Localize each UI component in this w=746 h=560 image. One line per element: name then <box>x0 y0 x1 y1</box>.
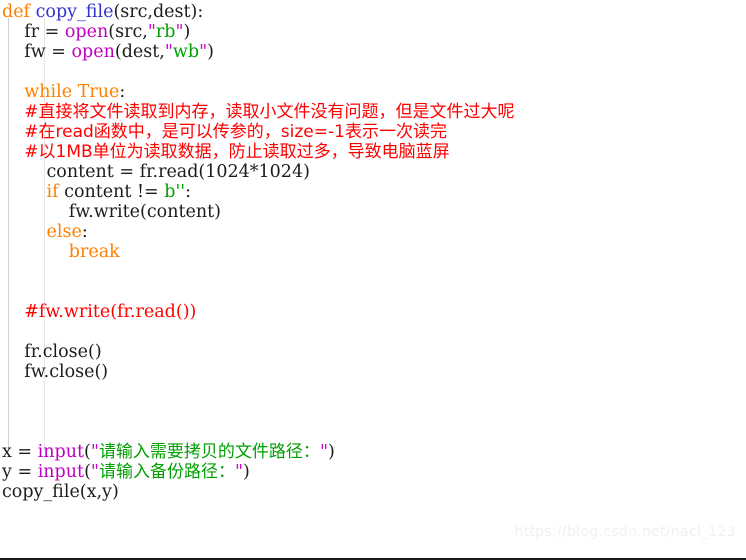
bytes-literal: b'' <box>164 182 186 202</box>
keyword-else: else <box>46 222 82 242</box>
colon: : <box>185 182 192 202</box>
code-line-11: fw.write(content) <box>0 202 746 222</box>
code-line-17-blank <box>0 322 746 342</box>
code-line-10: if content != b'': <box>0 182 746 202</box>
condition-expression: content != <box>58 182 165 202</box>
assignment-fr: fr = <box>2 22 65 42</box>
keyword-true: True <box>77 82 120 102</box>
open-paren-arg: (src, <box>108 22 148 42</box>
comment-1mb-chunk: #以1MB单位为读取数据，防止读取过多，导致电脑蓝屏 <box>24 142 450 162</box>
code-line-18: fr.close() <box>0 342 746 362</box>
quote-open: " <box>90 442 99 462</box>
open-paren: ( <box>84 462 91 482</box>
code-line-9: content = fr.read(1024*1024) <box>0 162 746 182</box>
code-line-19: fw.close() <box>0 362 746 382</box>
watermark-url: https://blog.csdn.net/nacl_123 <box>514 524 736 540</box>
code-line-12: else: <box>0 222 746 242</box>
quote-close: " <box>234 462 244 482</box>
quote-close: " <box>175 22 184 42</box>
quote-open: " <box>147 22 156 42</box>
code-line-22-blank <box>0 422 746 442</box>
assignment-fw: fw = <box>2 42 72 62</box>
statement-content-read: content = fr.read(1024*1024) <box>2 162 310 182</box>
comment-memory-read: #直接将文件读取到内存，读取小文件没有问题，但是文件过大呢 <box>24 102 515 122</box>
quote-close: " <box>199 42 208 62</box>
code-line-15-blank <box>0 282 746 302</box>
code-line-14-blank <box>0 262 746 282</box>
statement-fw-close: fw.close() <box>2 362 109 382</box>
quote-close: " <box>319 442 328 462</box>
statement-fr-close: fr.close() <box>2 342 102 362</box>
code-line-5: while True: <box>0 82 746 102</box>
keyword-break: break <box>68 242 120 262</box>
code-line-2: fr = open(src,"rb") <box>0 22 746 42</box>
builtin-open: open <box>64 22 109 42</box>
code-line-16: #fw.write(fr.read()) <box>0 302 746 322</box>
statement-fw-write: fw.write(content) <box>2 202 221 222</box>
close-paren: ) <box>328 442 335 462</box>
function-params: (src,dest): <box>113 2 204 22</box>
builtin-open: open <box>71 42 115 62</box>
statement-copy-file-call: copy_file(x,y) <box>2 482 119 502</box>
close-paren: ) <box>183 22 191 42</box>
code-line-4-blank <box>0 62 746 82</box>
code-line-1: def copy_file(src,dest): <box>0 2 746 22</box>
comment-fw-write-readall: #fw.write(fr.read()) <box>24 302 197 322</box>
quote-open: " <box>164 42 173 62</box>
assignment-y: y = <box>2 462 38 482</box>
builtin-input: input <box>37 462 85 482</box>
open-paren: ( <box>84 442 91 462</box>
code-line-3: fw = open(dest,"wb") <box>0 42 746 62</box>
quote-open: " <box>90 462 99 482</box>
keyword-def: def <box>2 2 31 22</box>
code-line-23: x = input("请输入需要拷贝的文件路径：") <box>0 442 746 462</box>
string-prompt-source-path: 请输入需要拷贝的文件路径： <box>98 442 320 462</box>
code-line-7: #在read函数中，是可以传参的，size=-1表示一次读完 <box>0 122 746 142</box>
keyword-if: if <box>46 182 59 202</box>
code-viewer: def copy_file(src,dest): fr = open(src,"… <box>0 0 746 560</box>
string-rb: rb <box>155 22 176 42</box>
code-line-6: #直接将文件读取到内存，读取小文件没有问题，但是文件过大呢 <box>0 102 746 122</box>
keyword-while: while <box>24 82 73 102</box>
close-paren: ) <box>207 42 214 62</box>
code-line-8: #以1MB单位为读取数据，防止读取过多，导致电脑蓝屏 <box>0 142 746 162</box>
function-name-copy-file: copy_file <box>35 2 114 22</box>
string-wb: wb <box>172 42 200 62</box>
comment-read-size-param: #在read函数中，是可以传参的，size=-1表示一次读完 <box>24 122 447 142</box>
string-prompt-dest-path: 请输入备份路径： <box>98 462 235 482</box>
open-paren-arg: (dest, <box>114 42 165 62</box>
builtin-input: input <box>37 442 85 462</box>
code-line-25: copy_file(x,y) <box>0 482 746 502</box>
code-line-24: y = input("请输入备份路径：") <box>0 462 746 482</box>
code-line-21-blank <box>0 402 746 422</box>
code-line-20-blank <box>0 382 746 402</box>
colon: : <box>81 222 88 242</box>
colon: : <box>119 82 126 102</box>
assignment-x: x = <box>2 442 38 462</box>
code-lines: def copy_file(src,dest): fr = open(src,"… <box>0 0 746 502</box>
close-paren: ) <box>243 462 250 482</box>
code-line-13: break <box>0 242 746 262</box>
